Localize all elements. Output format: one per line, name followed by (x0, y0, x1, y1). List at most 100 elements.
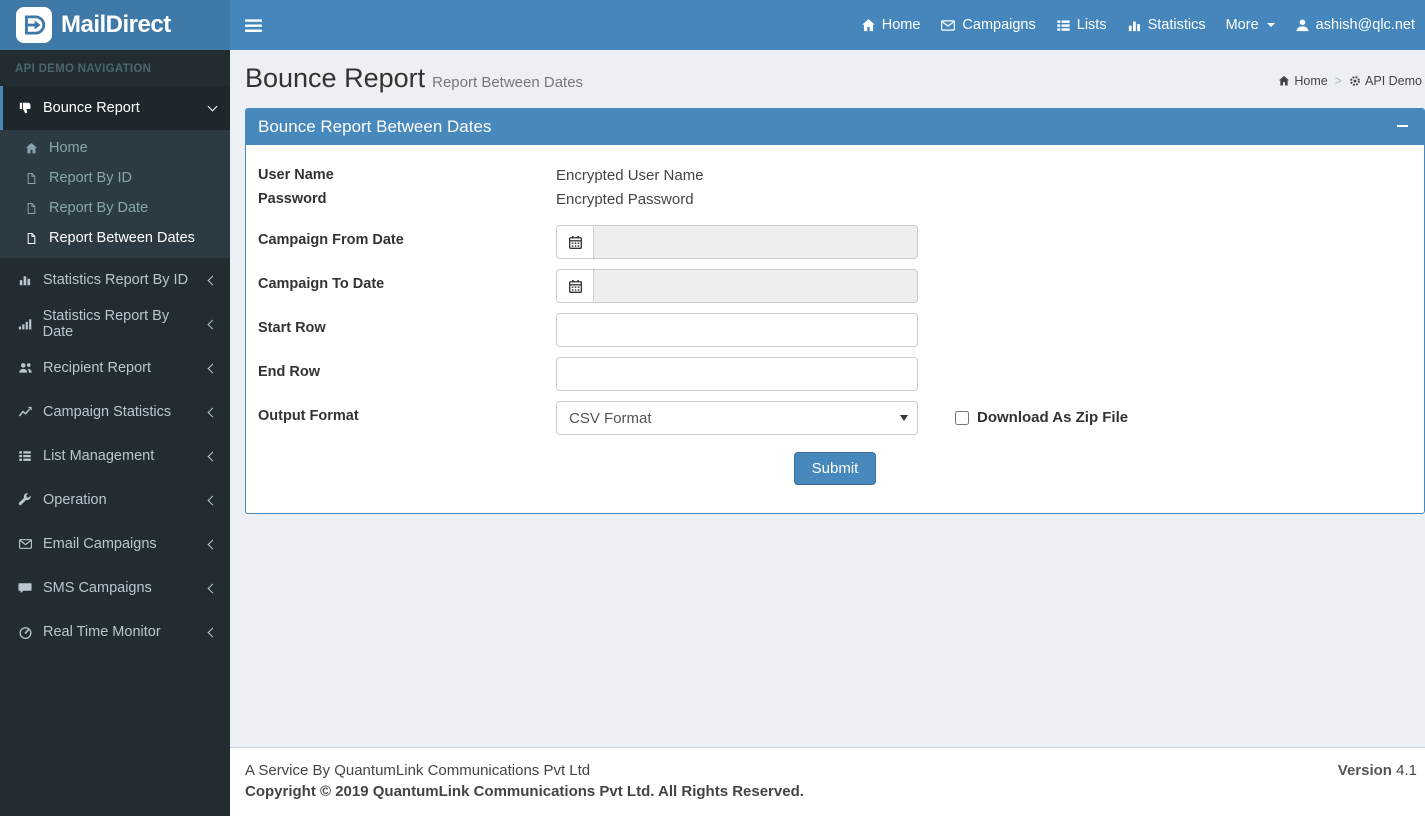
list-icon (1056, 18, 1071, 33)
submit-button[interactable]: Submit (793, 452, 877, 485)
nav-home[interactable]: Home (851, 0, 931, 50)
breadcrumb-home[interactable]: Home (1278, 74, 1328, 88)
sidebar-section-label: API DEMO NAVIGATION (15, 63, 152, 75)
start-row-label: Start Row (258, 320, 326, 336)
chevron-left-icon (207, 539, 218, 549)
output-format-select[interactable]: CSV Format (556, 401, 918, 435)
sidebar-item-label: SMS Campaigns (43, 580, 152, 596)
sidebar-item-campaign-statistics[interactable]: Campaign Statistics (0, 390, 230, 434)
submenu-item-report-by-id[interactable]: Report By ID (0, 163, 230, 193)
bar-chart-icon (16, 273, 34, 287)
nav-more-dropdown[interactable]: More (1216, 0, 1285, 50)
sidebar: API DEMO NAVIGATION Bounce Report Home R… (0, 50, 230, 816)
calendar-icon (568, 279, 583, 294)
nav-user-email: ashish@qlc.net (1315, 17, 1415, 33)
user-icon (1295, 18, 1310, 33)
submenu-item-label: Report Between Dates (49, 230, 195, 246)
campaign-to-date-input[interactable] (593, 269, 918, 303)
sidebar-item-label: Statistics Report By ID (43, 272, 189, 288)
sidebar-toggle-button[interactable] (230, 0, 277, 50)
zip-option: Download As Zip File (955, 401, 1128, 426)
breadcrumb-current-label: API Demo (1365, 74, 1422, 88)
home-icon (22, 142, 40, 155)
navbar-menu: Home Campaigns Lists Statistics More ash… (851, 0, 1425, 50)
sidebar-item-email-campaigns[interactable]: Email Campaigns (0, 522, 230, 566)
hamburger-icon (244, 17, 263, 34)
submenu-item-home[interactable]: Home (0, 133, 230, 163)
content-area: Bounce Report Report Between Dates Home >… (230, 50, 1425, 747)
sidebar-item-list-management[interactable]: List Management (0, 434, 230, 478)
line-chart-icon (16, 405, 34, 419)
campaign-to-date-label: Campaign To Date (258, 276, 385, 292)
bounce-report-submenu: Home Report By ID Report By Date Report … (0, 130, 230, 258)
footer-version: Version 4.1 (1338, 762, 1417, 779)
download-as-zip-checkbox[interactable] (955, 410, 969, 425)
user-name-value: Encrypted User Name (556, 167, 704, 184)
nav-home-label: Home (881, 17, 921, 33)
version-value: 4.1 (1396, 762, 1417, 779)
comment-icon (16, 581, 34, 595)
content-header: Bounce Report Report Between Dates Home >… (230, 50, 1425, 100)
list-icon (16, 449, 34, 463)
version-label: Version (1337, 762, 1392, 779)
password-value: Encrypted Password (556, 191, 694, 208)
file-icon (22, 172, 40, 185)
nav-campaigns[interactable]: Campaigns (930, 0, 1045, 50)
nav-lists[interactable]: Lists (1046, 0, 1117, 50)
chevron-left-icon (207, 451, 218, 461)
start-row-input[interactable] (556, 313, 918, 347)
panel-body: User Name Encrypted User Name Password E… (246, 145, 1424, 513)
gear-icon (1349, 75, 1361, 87)
top-navbar: Home Campaigns Lists Statistics More ash… (230, 0, 1425, 50)
wrench-icon (16, 493, 34, 507)
sidebar-item-operation[interactable]: Operation (0, 478, 230, 522)
panel-title: Bounce Report Between Dates (258, 117, 492, 136)
calendar-addon[interactable] (556, 225, 593, 259)
sidebar-item-statistics-report-by-date[interactable]: Statistics Report By Date (0, 302, 230, 346)
envelope-icon (940, 18, 956, 33)
password-label: Password (258, 191, 327, 207)
campaign-from-date-group (556, 225, 918, 259)
sidebar-item-statistics-report-by-id[interactable]: Statistics Report By ID (0, 258, 230, 302)
submenu-item-report-by-date[interactable]: Report By Date (0, 193, 230, 223)
sidebar-item-label: List Management (43, 448, 155, 464)
calendar-icon (568, 235, 583, 250)
app-logo[interactable]: MailDirect (0, 0, 230, 50)
nav-user-account[interactable]: ashish@qlc.net (1285, 0, 1425, 50)
caret-down-icon (1266, 23, 1275, 27)
sidebar-item-sms-campaigns[interactable]: SMS Campaigns (0, 566, 230, 610)
sidebar-item-label: Real Time Monitor (43, 624, 161, 640)
bounce-report-panel: Bounce Report Between Dates User Name En… (245, 108, 1425, 514)
calendar-addon[interactable] (556, 269, 593, 303)
thumbs-down-icon (16, 101, 34, 115)
sidebar-item-label: Email Campaigns (43, 536, 157, 552)
home-icon (861, 18, 876, 33)
bar-chart-icon (1127, 18, 1142, 33)
file-icon (22, 202, 40, 215)
sidebar-item-bounce-report[interactable]: Bounce Report (0, 86, 230, 130)
chevron-left-icon (207, 319, 218, 329)
sidebar-item-recipient-report[interactable]: Recipient Report (0, 346, 230, 390)
sidebar-item-real-time-monitor[interactable]: Real Time Monitor (0, 610, 230, 654)
submenu-item-label: Home (49, 140, 88, 156)
nav-statistics-label: Statistics (1147, 17, 1206, 33)
campaign-from-date-label: Campaign From Date (258, 232, 404, 248)
maildirect-logo-icon (16, 7, 52, 43)
chevron-left-icon (207, 583, 218, 593)
campaign-to-date-group (556, 269, 918, 303)
chevron-left-icon (207, 407, 218, 417)
sidebar-item-label: Bounce Report (43, 100, 140, 116)
submenu-item-report-between-dates[interactable]: Report Between Dates (0, 223, 230, 253)
end-row-input[interactable] (556, 357, 918, 391)
breadcrumb-separator: > (1334, 74, 1343, 88)
users-icon (16, 361, 34, 375)
submenu-item-label: Report By ID (49, 170, 132, 186)
end-row-label: End Row (258, 364, 321, 380)
collapse-panel-button[interactable] (1393, 117, 1411, 135)
nav-statistics[interactable]: Statistics (1117, 0, 1216, 50)
nav-more-label: More (1225, 17, 1259, 33)
breadcrumb-current[interactable]: API Demo (1349, 74, 1422, 88)
campaign-from-date-input[interactable] (593, 225, 918, 259)
chevron-down-icon (207, 101, 218, 112)
gauge-icon (16, 625, 34, 640)
